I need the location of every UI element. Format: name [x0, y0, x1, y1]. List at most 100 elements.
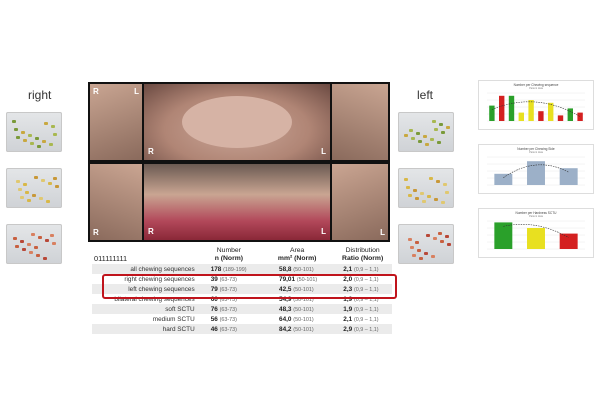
- cast-photo-lower-occlusal: R L: [144, 164, 330, 240]
- row-label: soft SCTU: [92, 304, 197, 314]
- highlight-box: [102, 274, 397, 299]
- chart-bar: [528, 100, 534, 121]
- area-cell: 84,2 (50-101): [261, 324, 334, 334]
- chart-per-chewing-sequence: Number per Chewing sequence Patient data: [478, 80, 594, 130]
- dental-cast-photo-panel: R L R L R R L L: [88, 82, 390, 242]
- food-particle: [423, 135, 427, 138]
- row-label: all chewing sequences: [92, 264, 197, 274]
- palate-shape: [182, 96, 292, 148]
- left-particles-image-1: [398, 112, 454, 152]
- food-particle: [22, 248, 26, 251]
- food-particle: [46, 200, 50, 203]
- food-particle: [30, 142, 34, 145]
- right-particles-image-1: [6, 112, 62, 152]
- distribution-header: Distribution Ratio (Norm): [342, 247, 384, 262]
- food-particle: [410, 246, 414, 249]
- food-particle: [445, 191, 449, 194]
- area-cell: 64,0 (50-101): [279, 315, 314, 323]
- food-particle: [422, 200, 426, 203]
- food-particle: [412, 254, 416, 257]
- food-particle: [415, 241, 419, 244]
- food-particle: [44, 122, 48, 125]
- food-particle: [439, 123, 443, 126]
- chart-bar: [518, 112, 524, 121]
- food-particle: [419, 257, 423, 260]
- area-cell: 48,3 (50-101): [261, 304, 334, 314]
- patient-id: 011111111: [94, 254, 128, 263]
- food-particle: [16, 136, 20, 139]
- food-particle: [23, 183, 27, 186]
- food-particle: [18, 188, 22, 191]
- food-particle: [425, 143, 429, 146]
- left-particles-image-2: [398, 168, 454, 208]
- chart-bar: [527, 228, 545, 249]
- food-particle: [13, 237, 17, 240]
- food-particle: [25, 191, 29, 194]
- food-particle: [447, 243, 451, 246]
- food-particle: [441, 131, 445, 134]
- row-label: hard SCTU: [92, 324, 197, 334]
- left-label: left: [417, 88, 434, 102]
- food-particle: [35, 137, 39, 140]
- table-row: soft SCTU 76 (63-73) 48,3 (50-101) 1,9 (…: [92, 304, 392, 314]
- food-particle: [417, 249, 421, 252]
- food-particle: [37, 145, 41, 148]
- food-particle: [43, 257, 47, 260]
- cast-photo-upper-left: [332, 84, 388, 160]
- food-particle: [411, 137, 415, 140]
- food-particle: [431, 255, 435, 258]
- area-cell: 58,8 (50-101): [261, 264, 334, 274]
- chart-bar: [489, 105, 495, 121]
- table-row: medium SCTU 56 (63-73) 64,0 (50-101) 2,1…: [92, 314, 392, 324]
- cast-photo-lower-left: L: [332, 164, 388, 240]
- cast-photo-upper-occlusal: R L: [144, 84, 330, 160]
- food-particle: [432, 120, 436, 123]
- food-particle: [34, 246, 38, 249]
- food-particle: [23, 139, 27, 142]
- chart-bar: [559, 168, 578, 185]
- food-particle: [45, 239, 49, 242]
- food-particle: [441, 201, 445, 204]
- food-particle: [415, 197, 419, 200]
- food-particle: [28, 134, 32, 137]
- food-particle: [50, 234, 54, 237]
- food-particle: [418, 140, 422, 143]
- food-particle: [38, 236, 42, 239]
- food-particle: [49, 143, 53, 146]
- food-particle: [53, 133, 57, 136]
- table-row: all chewing sequences 178 (189-199) 58,8…: [92, 264, 392, 274]
- side-marker: L: [134, 87, 139, 96]
- side-marker: L: [321, 227, 326, 236]
- side-marker: R: [93, 87, 99, 96]
- ratio-cell: 1,9 (0,9 – 1,1): [333, 304, 392, 314]
- food-particle: [55, 185, 59, 188]
- trend-line: [491, 101, 581, 117]
- number-cell: 56 (63-73): [210, 315, 237, 323]
- chart-bar: [577, 112, 583, 121]
- food-particle: [15, 245, 19, 248]
- food-particle: [430, 138, 434, 141]
- food-particle: [446, 126, 450, 129]
- chart-bar: [548, 102, 554, 121]
- ratio-cell: 2,1 (0,9 – 1,1): [333, 264, 392, 274]
- chart-bar: [508, 95, 515, 121]
- number-cell: 46 (63-73): [196, 324, 262, 334]
- food-particle: [433, 237, 437, 240]
- side-marker: R: [93, 228, 99, 237]
- food-particle: [51, 125, 55, 128]
- food-particle: [20, 196, 24, 199]
- food-particle: [408, 194, 412, 197]
- cast-photo-lower-right: R: [90, 164, 142, 240]
- food-particle: [27, 199, 31, 202]
- food-particle: [53, 177, 57, 180]
- chart-plot: [487, 220, 585, 250]
- table-header-row: 011111111 Number n (Norm) Area mm² (Norm) …: [92, 246, 392, 264]
- food-particle: [52, 242, 56, 245]
- food-particle: [434, 198, 438, 201]
- food-particle: [48, 182, 52, 185]
- chart-bar: [494, 173, 513, 185]
- chart-bar: [557, 115, 564, 121]
- side-marker: L: [380, 228, 385, 237]
- left-particles-image-3: [398, 224, 454, 264]
- food-particle: [14, 128, 18, 131]
